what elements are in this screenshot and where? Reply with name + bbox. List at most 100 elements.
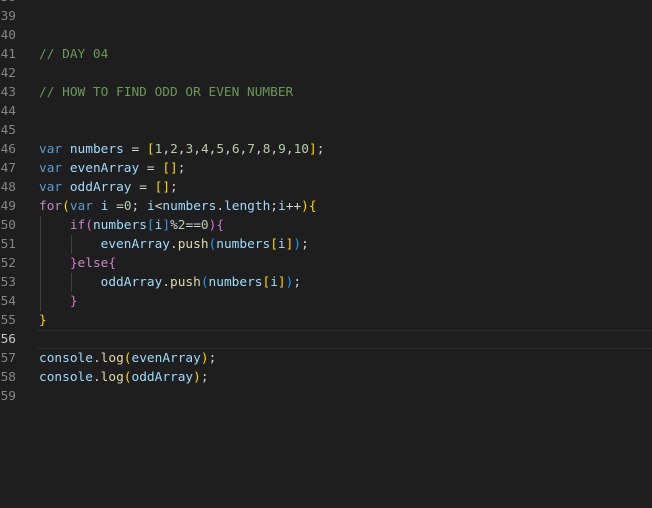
- code-token-br1: []: [154, 180, 171, 195]
- code-token-punc: ;: [293, 275, 302, 290]
- code-token-num: 0: [123, 199, 132, 214]
- code-token-keyword: var: [39, 161, 63, 176]
- code-line[interactable]: 57 console.log(evenArray);: [0, 349, 652, 368]
- code-text[interactable]: console.log(oddArray);: [39, 368, 209, 387]
- code-token-br3: [: [146, 218, 155, 233]
- code-token-punc: ;: [131, 199, 147, 214]
- code-line[interactable]: 47 var evenArray = [];: [0, 159, 652, 178]
- code-token-punc: ,: [162, 142, 171, 157]
- code-token-br3: (: [200, 275, 209, 290]
- code-token-punc: [39, 218, 70, 233]
- line-number: 38: [0, 0, 16, 7]
- code-token-var: length: [224, 199, 271, 214]
- code-token-punc: .: [169, 237, 178, 252]
- code-token-br2: }: [69, 294, 78, 309]
- code-token-br1: ]: [308, 142, 317, 157]
- code-line[interactable]: 52 }else{: [0, 254, 652, 273]
- code-token-punc: ;: [301, 237, 309, 252]
- code-token-var: numbers: [162, 199, 217, 214]
- code-text[interactable]: evenArray.push(numbers[i]);: [39, 235, 309, 254]
- code-token-comment: // DAY 04: [39, 47, 109, 62]
- code-token-num: 10: [293, 142, 309, 157]
- code-line[interactable]: 58 console.log(oddArray);: [0, 368, 652, 387]
- code-token-punc: .: [216, 199, 225, 214]
- code-token-fn: log: [100, 351, 124, 366]
- code-line[interactable]: 39: [0, 7, 652, 26]
- code-text[interactable]: }else{: [39, 254, 116, 273]
- code-token-var: oddArray: [131, 370, 194, 385]
- code-text[interactable]: }: [39, 292, 78, 311]
- code-token-punc: .: [92, 370, 101, 385]
- code-token-num: 9: [278, 142, 286, 157]
- code-token-var: console: [39, 351, 93, 366]
- code-token-punc: [62, 161, 70, 176]
- code-text[interactable]: var numbers = [1,2,3,4,5,6,7,8,9,10];: [39, 140, 324, 159]
- code-line[interactable]: 43 // HOW TO FIND ODD OR EVEN NUMBER: [0, 83, 652, 102]
- code-line[interactable]: 56: [0, 330, 652, 349]
- code-token-keyword: var: [69, 199, 93, 214]
- code-token-br1: ): [200, 351, 209, 366]
- code-text[interactable]: for(var i =0; i<numbers.length;i++){: [39, 197, 317, 216]
- code-token-br1: [: [270, 237, 278, 252]
- code-token-var: i: [278, 199, 286, 214]
- code-token-punc: ;: [270, 199, 279, 214]
- code-token-br1: }: [39, 313, 47, 328]
- code-text[interactable]: }: [39, 311, 47, 330]
- code-token-num: 6: [231, 142, 240, 157]
- code-editor[interactable]: 38394041// DAY 044243// HOW TO FIND ODD …: [0, 0, 652, 508]
- code-token-punc: ++: [285, 199, 302, 214]
- line-number: 50: [0, 218, 16, 233]
- code-text[interactable]: oddArray.push(numbers[i]);: [39, 273, 301, 292]
- line-number: 42: [0, 66, 16, 81]
- code-token-var: oddArray: [100, 275, 163, 290]
- code-line[interactable]: 50 if(numbers[i]%2==0){: [0, 216, 652, 235]
- line-number: 56: [0, 332, 16, 347]
- code-line[interactable]: 55}: [0, 311, 652, 330]
- code-line[interactable]: 53 oddArray.push(numbers[i]);: [0, 273, 652, 292]
- code-token-br1: []: [162, 161, 178, 176]
- code-line[interactable]: 42: [0, 64, 652, 83]
- code-line[interactable]: 40: [0, 26, 652, 45]
- code-line[interactable]: 51 evenArray.push(numbers[i]);: [0, 235, 652, 254]
- code-line[interactable]: 38: [0, 0, 652, 7]
- code-line[interactable]: 54 }: [0, 292, 652, 311]
- code-token-var: numbers: [216, 237, 271, 252]
- code-token-br1: [: [146, 142, 155, 157]
- line-number: 39: [0, 9, 16, 24]
- code-token-punc: .: [92, 351, 101, 366]
- code-token-num: 7: [247, 142, 255, 157]
- line-number: 40: [0, 28, 16, 43]
- code-token-punc: ,: [224, 142, 232, 157]
- code-line[interactable]: 41 // DAY 04: [0, 45, 652, 64]
- code-text[interactable]: if(numbers[i]%2==0){: [39, 216, 224, 235]
- code-text[interactable]: var evenArray = [];: [39, 159, 185, 178]
- code-token-br1: ]: [277, 275, 286, 290]
- code-line[interactable]: 46 var numbers = [1,2,3,4,5,6,7,8,9,10];: [0, 140, 652, 159]
- code-token-punc: .: [162, 275, 170, 290]
- code-token-control: else: [77, 256, 109, 271]
- code-text[interactable]: var oddArray = [];: [39, 178, 178, 197]
- code-token-fn: push: [177, 237, 209, 252]
- code-token-num: 0: [200, 218, 209, 233]
- code-line[interactable]: 49 for(var i =0; i<numbers.length;i++){: [0, 197, 652, 216]
- code-token-punc: [39, 294, 70, 309]
- code-token-punc: [39, 275, 101, 290]
- code-text[interactable]: // DAY 04: [39, 45, 108, 64]
- code-token-punc: =: [131, 180, 155, 195]
- code-token-num: 4: [200, 142, 209, 157]
- code-line[interactable]: 48 var oddArray = [];: [0, 178, 652, 197]
- code-token-control: for: [39, 199, 63, 214]
- code-line[interactable]: 44: [0, 102, 652, 121]
- line-number: 47: [0, 161, 16, 176]
- code-line[interactable]: 45: [0, 121, 652, 140]
- line-number: 44: [0, 104, 16, 119]
- code-token-punc: ,: [285, 142, 294, 157]
- code-text[interactable]: // HOW TO FIND ODD OR EVEN NUMBER: [39, 83, 293, 102]
- code-text[interactable]: console.log(evenArray);: [39, 349, 216, 368]
- line-number: 46: [0, 142, 16, 157]
- code-line[interactable]: 59: [0, 387, 652, 406]
- code-token-br1: ): [193, 370, 201, 385]
- code-token-punc: =: [108, 199, 124, 214]
- line-number: 55: [0, 313, 16, 328]
- code-token-var: evenArray: [69, 161, 140, 176]
